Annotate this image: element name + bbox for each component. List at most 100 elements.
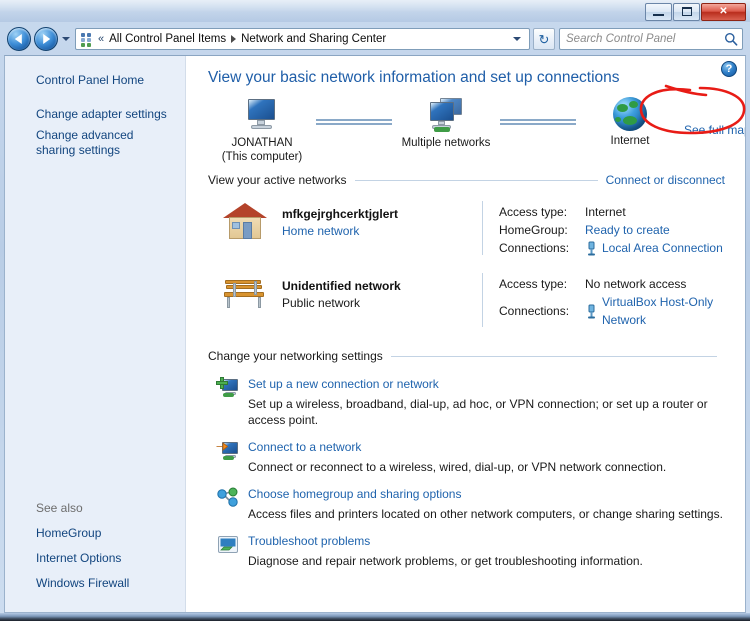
task-title[interactable]: Troubleshoot problems bbox=[248, 533, 725, 549]
network-name-cell: mfkgejrghcerktjglert Home network bbox=[282, 199, 482, 238]
task-title[interactable]: Connect to a network bbox=[248, 439, 725, 455]
task-icon-cell bbox=[208, 486, 248, 509]
breadcrumb-item-1[interactable]: Network and Sharing Center bbox=[239, 32, 388, 46]
task-description: Set up a wireless, broadband, dial-up, a… bbox=[248, 397, 708, 427]
sidebar-item-windows-firewall[interactable]: Windows Firewall bbox=[5, 571, 185, 596]
bench-icon bbox=[221, 273, 269, 311]
sidebar-item-change-adapter-settings[interactable]: Change adapter settings bbox=[5, 104, 185, 125]
networking-settings-title: Change your networking settings bbox=[208, 349, 383, 363]
back-button[interactable] bbox=[7, 27, 31, 51]
map-connector-line bbox=[500, 119, 576, 125]
breadcrumb-item-0[interactable]: All Control Panel Items bbox=[107, 32, 228, 46]
task-connect-to-network[interactable]: Connect to a network Connect or reconnec… bbox=[208, 430, 725, 477]
sidebar: Control Panel Home Change adapter settin… bbox=[5, 56, 186, 612]
new-connection-icon bbox=[216, 377, 240, 399]
network-plug-icon bbox=[585, 241, 598, 256]
task-title[interactable]: Set up a new connection or network bbox=[248, 376, 725, 392]
see-full-map-link[interactable]: See full map bbox=[684, 123, 745, 137]
property-connections: Connections: Local Area Connection bbox=[499, 239, 725, 257]
troubleshoot-icon bbox=[216, 534, 240, 556]
arrow-left-icon bbox=[14, 34, 22, 44]
task-icon-cell bbox=[208, 439, 248, 462]
minimize-button[interactable] bbox=[645, 2, 672, 21]
breadcrumb-bar[interactable]: « All Control Panel Items Network and Sh… bbox=[75, 28, 530, 50]
task-set-up-new-connection[interactable]: Set up a new connection or network Set u… bbox=[208, 367, 725, 430]
forward-button[interactable] bbox=[34, 27, 58, 51]
property-key: HomeGroup: bbox=[499, 223, 568, 237]
maximize-button[interactable] bbox=[673, 2, 700, 21]
refresh-button[interactable]: ↻ bbox=[533, 28, 555, 50]
multiple-networks-icon bbox=[426, 97, 466, 133]
property-key: Connections: bbox=[499, 241, 570, 255]
vertical-divider bbox=[482, 273, 483, 327]
property-key: Connections: bbox=[499, 304, 570, 318]
breadcrumb-separator-icon[interactable] bbox=[231, 35, 237, 43]
sidebar-item-internet-options[interactable]: Internet Options bbox=[5, 546, 185, 571]
page-title: View your basic network information and … bbox=[208, 69, 620, 86]
task-body: Connect to a network Connect or reconnec… bbox=[248, 439, 725, 475]
task-body: Troubleshoot problems Diagnose and repai… bbox=[248, 533, 725, 569]
property-connections: Connections: VirtualBox Host-Only Networ… bbox=[499, 293, 725, 329]
globe-icon bbox=[613, 97, 647, 131]
task-body: Set up a new connection or network Set u… bbox=[248, 376, 725, 428]
chevron-down-icon bbox=[513, 37, 521, 41]
map-node-this-computer[interactable]: JONATHAN (This computer) bbox=[208, 97, 316, 164]
address-bar: « All Control Panel Items Network and Sh… bbox=[0, 24, 750, 54]
close-icon: ✕ bbox=[719, 5, 728, 17]
map-node-multiple-networks[interactable]: Multiple networks bbox=[392, 97, 500, 150]
property-value: Internet bbox=[585, 205, 626, 219]
map-node-sublabel: (This computer) bbox=[221, 151, 303, 163]
network-properties: Access type: Internet HomeGroup: Ready t… bbox=[499, 199, 725, 257]
network-name: Unidentified network bbox=[282, 279, 401, 293]
property-key: Access type: bbox=[499, 205, 568, 219]
task-description: Connect or reconnect to a wireless, wire… bbox=[248, 460, 667, 474]
sidebar-item-change-advanced-sharing-settings[interactable]: Change advanced sharing settings bbox=[5, 125, 185, 161]
task-choose-homegroup-options[interactable]: Choose homegroup and sharing options Acc… bbox=[208, 477, 725, 524]
control-panel-icon bbox=[79, 31, 95, 47]
close-button[interactable]: ✕ bbox=[701, 2, 746, 21]
local-area-connection-link[interactable]: Local Area Connection bbox=[602, 239, 723, 257]
maximize-icon bbox=[681, 7, 692, 16]
homegroup-ready-to-create-link[interactable]: Ready to create bbox=[585, 221, 670, 239]
active-network-row-home: mfkgejrghcerktjglert Home network Access… bbox=[208, 191, 725, 263]
network-icon-cell bbox=[208, 271, 282, 311]
map-node-internet[interactable]: Internet bbox=[576, 97, 684, 148]
property-access-type: Access type: No network access bbox=[499, 275, 725, 293]
title-bar-highlight bbox=[0, 0, 750, 12]
network-type-label: Public network bbox=[282, 296, 361, 310]
minimize-icon bbox=[653, 14, 664, 16]
map-node-label: Multiple networks bbox=[401, 137, 491, 149]
network-name-cell: Unidentified network Public network bbox=[282, 271, 482, 310]
header-rule bbox=[390, 355, 717, 357]
sidebar-item-control-panel-home[interactable]: Control Panel Home bbox=[5, 70, 185, 91]
house-icon bbox=[222, 201, 268, 241]
network-properties: Access type: No network access Connectio… bbox=[499, 271, 725, 329]
connect-or-disconnect-link[interactable]: Connect or disconnect bbox=[606, 173, 725, 187]
task-troubleshoot-problems[interactable]: Troubleshoot problems Diagnose and repai… bbox=[208, 524, 725, 571]
search-input[interactable]: Search Control Panel bbox=[566, 33, 724, 45]
active-networks-title: View your active networks bbox=[208, 173, 347, 187]
recent-pages-button[interactable] bbox=[59, 29, 73, 49]
property-key: Access type: bbox=[499, 277, 568, 291]
see-also-section: See also HomeGroup Internet Options Wind… bbox=[5, 501, 185, 596]
vertical-divider bbox=[482, 201, 483, 255]
virtualbox-host-only-network-link[interactable]: VirtualBox Host-Only Network bbox=[602, 293, 725, 329]
sidebar-item-homegroup[interactable]: HomeGroup bbox=[5, 521, 185, 546]
homegroup-icon bbox=[216, 487, 240, 509]
task-title[interactable]: Choose homegroup and sharing options bbox=[248, 486, 725, 502]
refresh-icon: ↻ bbox=[538, 31, 550, 47]
arrow-right-icon bbox=[43, 34, 51, 44]
address-dropdown-button[interactable] bbox=[509, 37, 527, 41]
network-type-link[interactable]: Home network bbox=[282, 224, 482, 238]
map-node-label: Internet bbox=[610, 135, 650, 147]
see-also-label: See also bbox=[36, 501, 83, 515]
task-description: Diagnose and repair network problems, or… bbox=[248, 554, 643, 568]
map-connector-line bbox=[316, 119, 392, 125]
property-value: No network access bbox=[585, 277, 687, 291]
network-name: mfkgejrghcerktjglert bbox=[282, 207, 399, 221]
search-box[interactable]: Search Control Panel bbox=[559, 28, 743, 50]
help-button[interactable]: ? bbox=[721, 61, 737, 77]
explorer-window: ✕ « All Control Panel Items Network and … bbox=[0, 0, 750, 621]
network-plug-icon bbox=[585, 304, 598, 319]
breadcrumb-overflow-icon[interactable]: « bbox=[97, 33, 107, 45]
